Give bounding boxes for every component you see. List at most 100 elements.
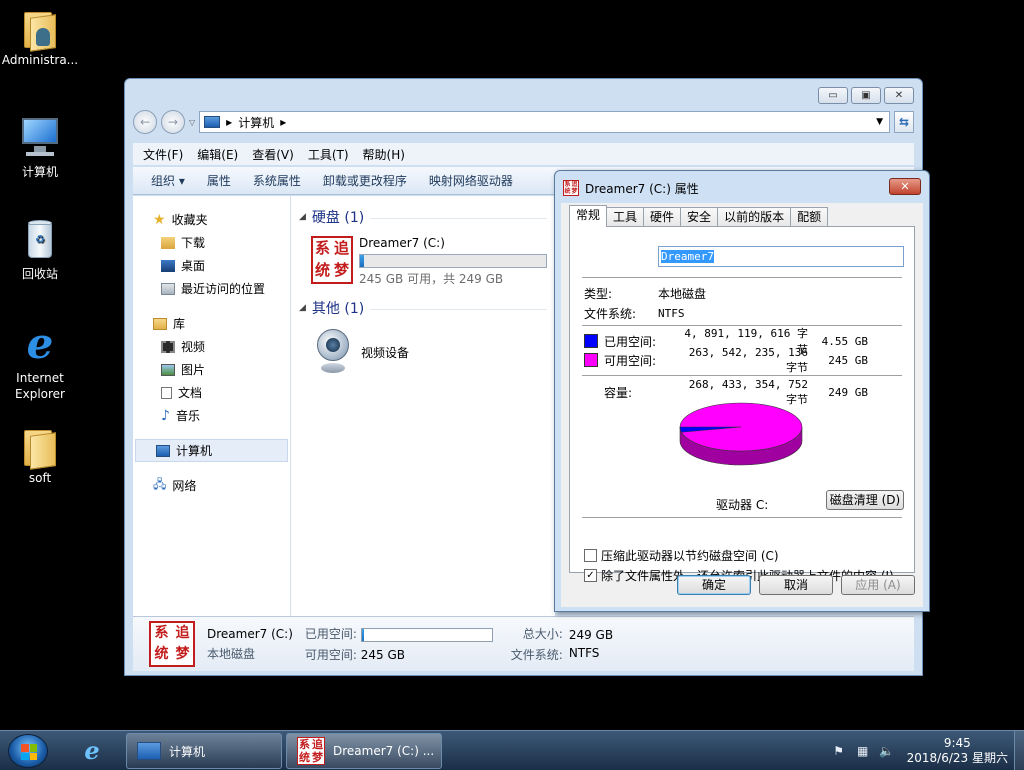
breadcrumb-separator-icon[interactable]: ▸	[280, 115, 286, 129]
nav-libraries[interactable]: 库	[133, 312, 290, 335]
details-free-value: 245 GB	[360, 648, 406, 662]
desktop-icon-recycle-bin[interactable]: ♻ 回收站	[0, 218, 80, 282]
group-other[interactable]: ◢ 其他 (1)	[299, 297, 547, 319]
capacity-row: 容量: 268, 433, 354, 752 字节 249 GB	[584, 378, 868, 406]
video-device-tile[interactable]: 视频设备	[315, 329, 547, 375]
back-button[interactable]: ←	[133, 110, 157, 134]
maximize-button[interactable]: ▣	[851, 87, 881, 104]
details-total-value: 249 GB	[568, 628, 614, 642]
desktop-icon-soft[interactable]: soft	[0, 426, 80, 486]
internet-explorer-icon: e	[26, 319, 54, 368]
group-hard-disks[interactable]: ◢ 硬盘 (1)	[299, 206, 547, 228]
nav-favorites[interactable]: ★ 收藏夹	[133, 208, 290, 231]
tab-hardware[interactable]: 硬件	[643, 207, 682, 227]
volume-muted-icon[interactable]: 🔈	[879, 743, 895, 759]
cancel-button[interactable]: 取消	[759, 575, 833, 595]
separator	[582, 277, 902, 278]
breadcrumb-separator-icon[interactable]: ▸	[226, 115, 232, 129]
compress-checkbox[interactable]	[584, 548, 597, 562]
properties-button[interactable]: 属性	[207, 172, 231, 189]
group-label: 其他 (1)	[311, 301, 365, 317]
menu-view[interactable]: 查看(V)	[252, 146, 294, 163]
taskbar-internet-explorer-icon[interactable]: e	[70, 735, 114, 767]
refresh-button[interactable]: ⇆	[894, 111, 914, 133]
minimize-button[interactable]: ▭	[818, 87, 848, 104]
tab-quota[interactable]: 配额	[790, 207, 829, 227]
separator	[582, 375, 902, 376]
menu-edit[interactable]: 编辑(E)	[197, 146, 238, 163]
music-note-icon: ♪	[161, 407, 170, 424]
forward-button[interactable]: →	[161, 110, 185, 134]
free-space-swatch	[584, 353, 598, 367]
nav-downloads[interactable]: 下载	[133, 231, 290, 254]
address-bar[interactable]: ▸ 计算机 ▸ ▼	[199, 111, 890, 133]
show-desktop-button[interactable]	[1014, 731, 1024, 770]
address-row: ← → ▽ ▸ 计算机 ▸ ▼ ⇆	[133, 109, 914, 135]
desktop-icon-label: Internet Explorer	[15, 371, 65, 401]
clock-date: 2018/6/23 星期六	[906, 751, 1008, 765]
group-label: 硬盘 (1)	[311, 210, 365, 226]
network-icon: 🖧	[153, 477, 167, 491]
tab-security[interactable]: 安全	[680, 207, 719, 227]
desktop-icon-label: Administra...	[1, 53, 79, 67]
drive-c-tile[interactable]: 系 追 统 梦 Dreamer7 (C:) 245 GB 可用，共 249 GB	[311, 236, 547, 287]
nav-desktop[interactable]: 桌面	[133, 254, 290, 277]
menu-file[interactable]: 文件(F)	[143, 146, 183, 163]
dialog-body: 常规 工具 硬件 安全 以前的版本 配额 Dreamer7 类型: 本地磁盘 文…	[561, 203, 923, 607]
network-icon[interactable]: ▦	[855, 743, 871, 759]
tab-previous-versions[interactable]: 以前的版本	[717, 207, 792, 227]
system-properties-button[interactable]: 系统属性	[253, 172, 301, 189]
desktop-icon-administrator[interactable]: Administra...	[0, 8, 80, 68]
desktop-icon-internet-explorer[interactable]: e Internet Explorer	[0, 322, 80, 402]
computer-icon	[18, 116, 62, 160]
separator	[582, 517, 902, 518]
close-button[interactable]: ✕	[884, 87, 914, 104]
dialog-close-button[interactable]: ✕	[889, 178, 921, 195]
documents-icon	[161, 386, 172, 399]
used-space-size: 4.55 GB	[821, 334, 868, 348]
desktop-icon-computer[interactable]: 计算机	[0, 116, 80, 180]
logo-char: 系	[154, 625, 169, 641]
star-icon: ★	[153, 211, 166, 228]
compress-option[interactable]: 压缩此驱动器以节约磁盘空间 (C)	[584, 547, 779, 563]
drive-letter-label: 驱动器 C:	[716, 498, 769, 512]
tab-general[interactable]: 常规	[569, 205, 608, 227]
recent-pages-icon[interactable]: ▽	[189, 118, 195, 127]
nav-videos[interactable]: 视频	[133, 335, 290, 358]
menu-bar: 文件(F) 编辑(E) 查看(V) 工具(T) 帮助(H)	[133, 143, 914, 165]
organize-button[interactable]: 组织 ▾	[151, 172, 185, 189]
apply-button[interactable]: 应用 (A)	[841, 575, 915, 595]
uninstall-program-button[interactable]: 卸载或更改程序	[323, 172, 407, 189]
ok-button[interactable]: 确定	[677, 575, 751, 595]
taskbar-task-drive-properties[interactable]: 系追统梦 Dreamer7 (C:) ...	[286, 733, 442, 769]
tab-tools[interactable]: 工具	[606, 207, 645, 227]
taskbar-task-computer[interactable]: 计算机	[126, 733, 282, 769]
breadcrumb-computer[interactable]: 计算机	[238, 114, 274, 131]
nav-computer[interactable]: 计算机	[135, 439, 288, 462]
nav-label: 计算机	[176, 444, 213, 458]
disk-cleanup-button[interactable]: 磁盘清理 (D)	[826, 490, 904, 510]
nav-network[interactable]: 🖧 网络	[133, 474, 290, 497]
recycle-bin-icon: ♻	[18, 218, 62, 262]
drive-logo: 系 追 统 梦	[311, 236, 353, 284]
details-space-col: 已用空间: 可用空间: 245 GB	[305, 625, 493, 663]
content-pane: ◢ 硬盘 (1) 系 追 统 梦 Dreamer7 (C:) 245 GB 可用…	[291, 196, 555, 616]
start-button[interactable]	[8, 734, 48, 768]
action-center-icon[interactable]: ⚑	[831, 743, 847, 759]
nav-documents[interactable]: 文档	[133, 381, 290, 404]
volume-label-input[interactable]: Dreamer7	[658, 246, 904, 267]
menu-tools[interactable]: 工具(T)	[308, 146, 349, 163]
nav-pictures[interactable]: 图片	[133, 358, 290, 381]
desktop-icon	[161, 259, 175, 272]
clock[interactable]: 9:45 2018/6/23 星期六	[907, 736, 1008, 766]
menu-help[interactable]: 帮助(H)	[363, 146, 405, 163]
index-checkbox[interactable]: ✓	[584, 568, 597, 582]
type-label: 类型:	[584, 286, 613, 301]
logo-char: 追	[333, 239, 349, 257]
nav-recent-places[interactable]: 最近访问的位置	[133, 277, 290, 300]
drive-usage-bar	[359, 254, 547, 268]
address-dropdown-icon[interactable]: ▼	[876, 117, 889, 127]
map-network-drive-button[interactable]: 映射网络驱动器	[429, 172, 513, 189]
used-space-label: 已用空间:	[604, 334, 657, 349]
nav-music[interactable]: ♪ 音乐	[133, 404, 290, 427]
